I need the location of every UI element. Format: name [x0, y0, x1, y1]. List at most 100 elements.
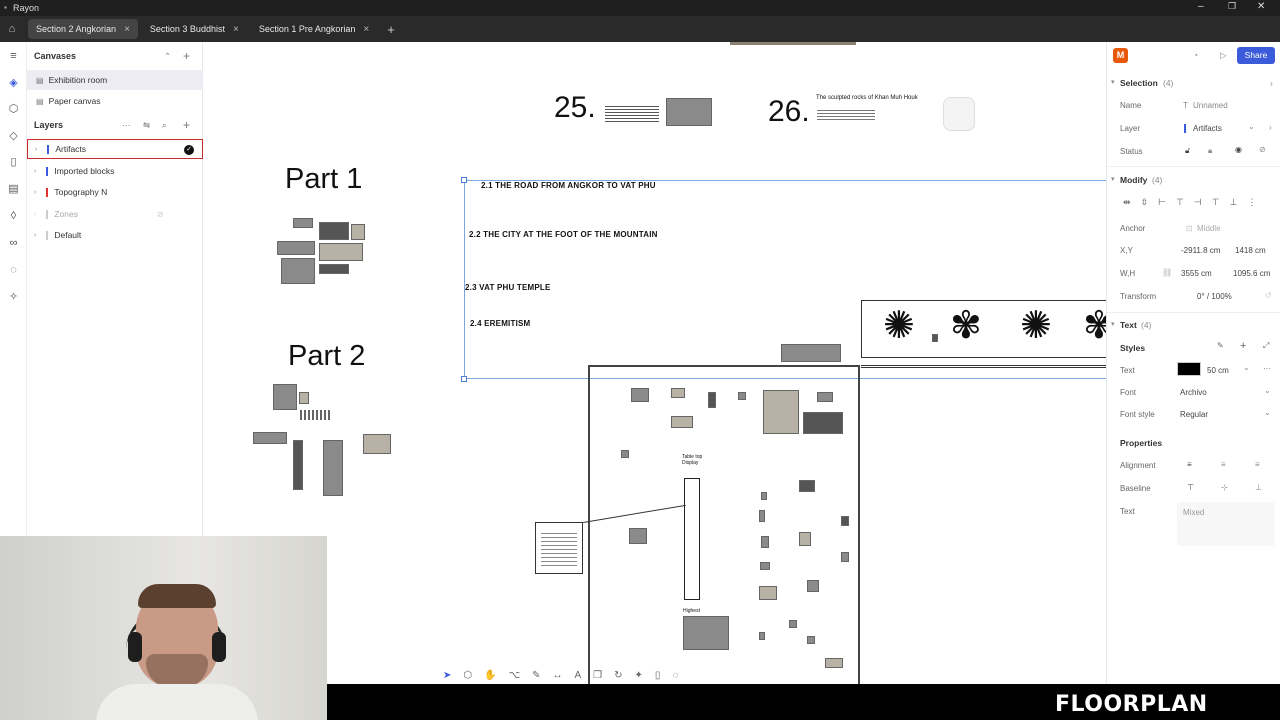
minimize-icon[interactable]: – [1198, 1, 1204, 12]
expand-icon[interactable]: ⤢ [1263, 341, 1269, 351]
lock-open-icon[interactable]: 🔓︎ [1185, 146, 1190, 156]
close-icon[interactable]: × [124, 24, 130, 35]
avatar[interactable]: M [1113, 48, 1128, 63]
artifact-thumbnail[interactable] [841, 552, 849, 562]
artifact-thumbnail[interactable] [761, 536, 769, 548]
page-tool-icon[interactable]: ▯ [655, 670, 661, 681]
select-tool-icon[interactable]: ➤ [443, 670, 451, 681]
share-button[interactable]: Share [1237, 47, 1275, 64]
chevron-right-icon[interactable]: › [34, 189, 36, 196]
artifact-thumbnail[interactable] [799, 480, 815, 492]
artifact-thumbnail[interactable] [841, 516, 849, 526]
add-canvas-icon[interactable]: + [183, 49, 190, 63]
artifact-thumbnail[interactable] [807, 636, 815, 644]
font-select[interactable]: Archivo [1180, 388, 1207, 397]
align-text-left-icon[interactable]: ≡ [1187, 460, 1192, 469]
flower-ornament-icon[interactable]: ✾ [950, 304, 982, 348]
maximize-icon[interactable]: ❐ [1228, 1, 1236, 12]
hand-tool-icon[interactable]: ✋ [484, 670, 496, 681]
reset-icon[interactable]: ↺ [1265, 291, 1272, 300]
artifact-thumbnail[interactable] [825, 658, 843, 668]
w-field[interactable]: 3555 cm [1181, 269, 1212, 278]
eye-off-icon[interactable]: ⊘ [1259, 145, 1266, 154]
artifact-thumbnail[interactable] [299, 392, 309, 404]
heading-2-4[interactable]: 2.4 EREMITISM [470, 319, 530, 328]
layer-select[interactable]: Artifacts [1193, 124, 1222, 133]
canvas-item-exhibition-room[interactable]: ▤ Exhibition room [27, 70, 203, 90]
artifact-thumbnail[interactable] [759, 586, 777, 600]
measure-tool-icon[interactable]: ↔ [553, 670, 563, 681]
table-display-label[interactable]: Table top Display [682, 454, 708, 466]
node-tool-icon[interactable]: ⌥ [509, 670, 521, 681]
sync-icon[interactable]: ⇋ [143, 120, 150, 131]
chevron-down-icon[interactable]: ⌄ [1264, 386, 1271, 395]
tab-section-2[interactable]: Section 2 Angkorian × [28, 19, 138, 39]
align-left-icon[interactable]: ⊢ [1158, 197, 1166, 208]
align-text-right-icon[interactable]: ≡ [1255, 460, 1260, 469]
artifact-thumbnail[interactable] [781, 344, 841, 362]
baseline-bottom-icon[interactable]: ⊥ [1255, 483, 1262, 492]
link-icon[interactable]: ∞ [7, 237, 20, 250]
artifact-thumbnail[interactable] [671, 416, 693, 428]
part-2-title[interactable]: Part 2 [288, 340, 365, 373]
layer-item-artifacts[interactable]: › Artifacts ✓ [27, 139, 203, 159]
chevron-down-icon[interactable]: ⌄ [1248, 122, 1255, 131]
label-number-26[interactable]: 26. [768, 95, 810, 129]
align-bottom-icon[interactable]: ⊥ [1229, 197, 1237, 208]
play-icon[interactable]: ▷ [1220, 50, 1227, 61]
align-text-center-icon[interactable]: ≡ [1221, 460, 1226, 469]
menu-icon[interactable]: ≡ [7, 50, 20, 63]
artifact-thumbnail[interactable] [763, 390, 799, 434]
layers-icon[interactable]: ◇ [7, 130, 20, 143]
chevron-right-icon[interactable]: › [34, 232, 36, 239]
artifact-thumbnail[interactable] [708, 392, 716, 408]
comment-tool-icon[interactable]: ◌ [672, 670, 678, 681]
layer-item-zones[interactable]: › Zones ⊘ [27, 204, 203, 224]
close-icon[interactable]: × [233, 24, 239, 35]
transform-field[interactable]: 0° / 100% [1197, 292, 1232, 301]
artifact-thumbnail[interactable] [761, 492, 767, 500]
heading-2-2[interactable]: 2.2 THE CITY AT THE FOOT OF THE MOUNTAIN [469, 230, 658, 239]
link-icon[interactable]: ⛓ [1162, 268, 1172, 277]
tools-icon[interactable]: ✧ [7, 291, 20, 304]
chevron-right-icon[interactable]: › [1270, 78, 1273, 88]
canvas-icon[interactable]: ◈ [7, 77, 20, 90]
align-center-icon[interactable]: ⊤ [1176, 197, 1184, 208]
artifact-thumbnail[interactable] [621, 450, 629, 458]
h-field[interactable]: 1095.6 cm [1233, 269, 1270, 278]
text-size-field[interactable]: 50 cm [1207, 366, 1229, 375]
resize-handle[interactable] [461, 376, 467, 382]
add-layer-icon[interactable]: + [183, 118, 190, 132]
artifact-thumbnail[interactable] [817, 392, 833, 402]
flower-ornament-icon[interactable]: ✾ [1083, 304, 1106, 348]
artifact-thumbnail[interactable] [319, 222, 349, 240]
part-1-title[interactable]: Part 1 [285, 163, 362, 196]
search-icon[interactable]: ⌕ [162, 120, 167, 131]
artifact-thumbnail[interactable] [759, 632, 765, 640]
x-field[interactable]: -2911.8 cm [1181, 246, 1220, 255]
align-right-icon[interactable]: ⊣ [1194, 197, 1202, 208]
caption-text-block[interactable] [300, 410, 330, 420]
check-icon[interactable]: ✓ [184, 145, 194, 155]
artifact-thumbnail[interactable] [363, 434, 391, 454]
align-top-icon[interactable]: ⊤ [1212, 197, 1220, 208]
cube-tool-icon[interactable]: ⬡ [463, 670, 472, 681]
add-style-icon[interactable]: + [1240, 340, 1246, 352]
heading-2-3[interactable]: 2.3 VAT PHU TEMPLE [465, 283, 551, 292]
artifact-thumbnail[interactable] [671, 388, 685, 398]
artifact-thumbnail[interactable] [738, 392, 746, 400]
baseline-middle-icon[interactable]: ⊹ [1221, 483, 1228, 492]
text-tool-icon[interactable]: A [575, 670, 582, 681]
artifact-thumbnail[interactable] [730, 42, 856, 45]
resize-handle[interactable] [461, 177, 467, 183]
artifact-thumbnail[interactable] [932, 334, 938, 342]
chevron-down-icon[interactable]: ▾ [1111, 320, 1115, 328]
anchor-select[interactable]: Middle [1197, 224, 1221, 233]
rotate-tool-icon[interactable]: ↻ [614, 670, 622, 681]
artifact-thumbnail[interactable] [631, 388, 649, 402]
close-icon[interactable]: × [363, 24, 369, 35]
artifact-thumbnail[interactable] [666, 98, 712, 126]
font-style-select[interactable]: Regular [1180, 410, 1208, 419]
caption-text-block[interactable] [605, 104, 659, 124]
artifact-thumbnail[interactable] [759, 510, 765, 522]
